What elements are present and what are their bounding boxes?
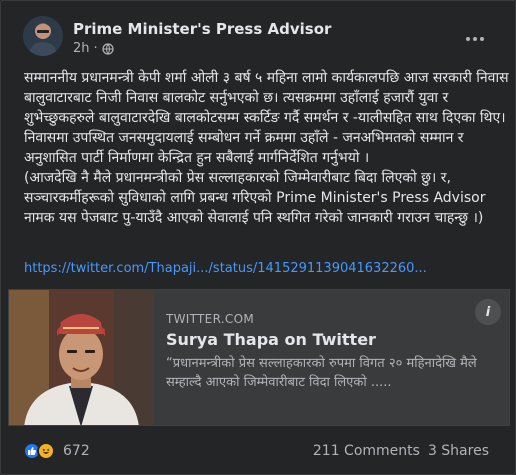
author-avatar[interactable] <box>23 16 63 56</box>
preview-photo <box>9 290 154 425</box>
post-card: Prime Minister's Press Advisor 2h · सम्म… <box>0 0 516 475</box>
dot-icon <box>466 37 470 41</box>
shares-count[interactable]: 3 Shares <box>428 443 489 459</box>
thumbs-up-icon <box>28 447 37 455</box>
comments-count[interactable]: 211 Comments <box>313 443 420 459</box>
engagement-stats: 211 Comments 3 Shares <box>313 443 489 459</box>
more-options-button[interactable] <box>459 28 491 50</box>
globe-icon <box>102 42 114 55</box>
haha-icon <box>37 442 55 460</box>
info-icon[interactable]: i <box>475 299 501 325</box>
laughing-face-icon <box>42 448 50 454</box>
reaction-count: 672 <box>63 443 90 459</box>
reactions-summary[interactable]: 672 <box>23 442 90 460</box>
preview-info: TWITTER.COM Surya Thapa on Twitter “प्रध… <box>166 312 501 392</box>
preview-description: “प्रधानमन्त्रीको प्रेस सल्लाहकारको रुपमा… <box>166 356 477 390</box>
post-body: सम्माननीय प्रधानमन्त्री केपी शर्मा ओली ३… <box>24 68 509 228</box>
link-preview[interactable]: TWITTER.COM Surya Thapa on Twitter “प्रध… <box>8 289 510 426</box>
preview-title[interactable]: Surya Thapa on Twitter <box>166 330 501 349</box>
avatar-image <box>23 16 63 56</box>
post-meta: 2h · <box>73 41 114 56</box>
post-time[interactable]: 2h <box>73 41 90 56</box>
preview-image <box>9 290 154 425</box>
post-link[interactable]: https://twitter.com/Thapaji.../status/14… <box>24 261 427 276</box>
post-paragraph: (आजदेखि नै मैले प्रधानमन्त्रीको प्रेस सल… <box>24 170 486 226</box>
preview-domain: TWITTER.COM <box>166 312 254 326</box>
post-paragraph: सम्माननीय प्रधानमन्त्री केपी शर्मा ओली ३… <box>24 70 509 166</box>
dot-icon <box>480 37 484 41</box>
dot-icon <box>473 37 477 41</box>
author-name[interactable]: Prime Minister's Press Advisor <box>73 20 331 38</box>
